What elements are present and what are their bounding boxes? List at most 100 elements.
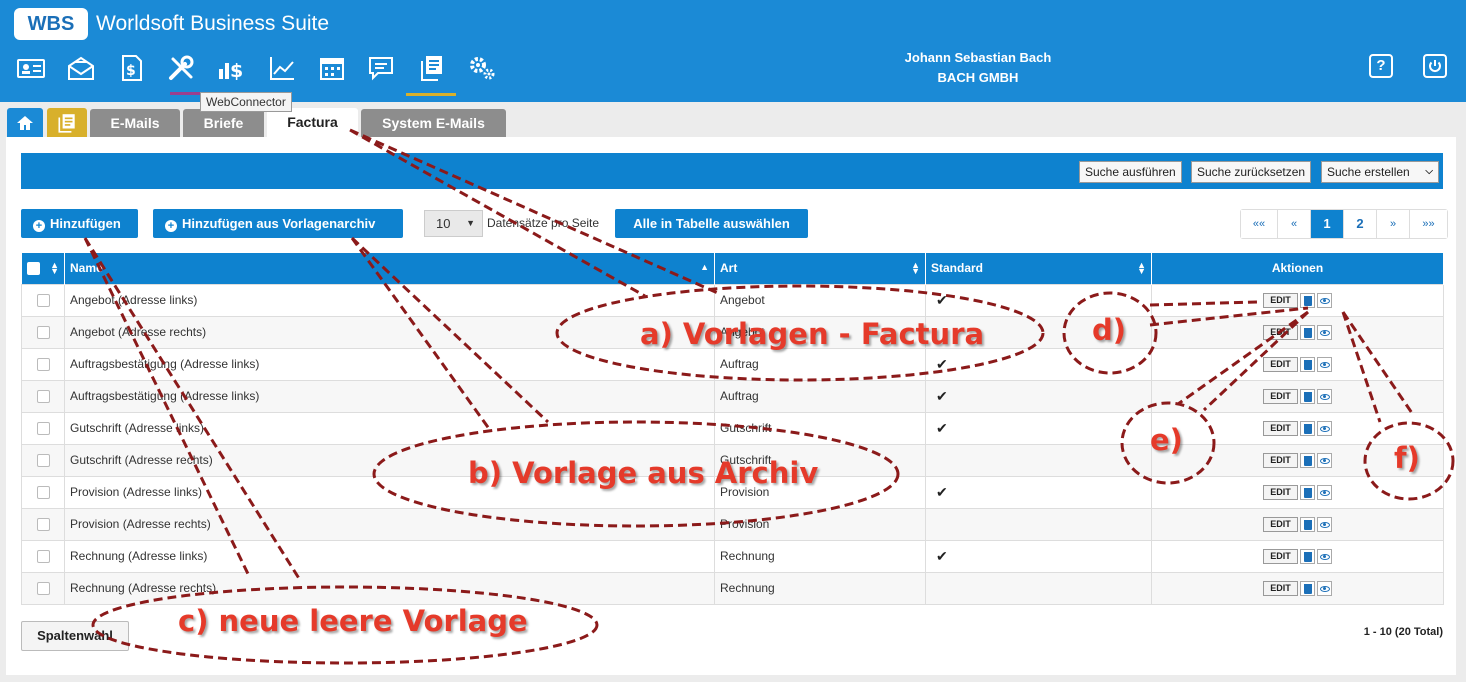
- per-page-select[interactable]: 10 ▼: [424, 210, 483, 237]
- preview-eye-icon[interactable]: [1316, 292, 1332, 308]
- row-checkbox[interactable]: [36, 358, 50, 372]
- trash-icon[interactable]: [1299, 452, 1315, 468]
- table-row[interactable]: Gutschrift (Adresse links) Gutschrift ✔ EDI…: [21, 411, 1444, 445]
- column-header-name[interactable]: Name ▲: [64, 253, 715, 284]
- contact-card-icon[interactable]: [11, 50, 51, 86]
- edit-button[interactable]: EDIT: [1263, 292, 1298, 308]
- page-2-button[interactable]: 2: [1344, 210, 1377, 238]
- row-checkbox[interactable]: [36, 582, 50, 596]
- edit-button[interactable]: EDIT: [1263, 548, 1298, 564]
- sort-icon[interactable]: ▲ ▼: [911, 261, 920, 276]
- tab-system-e-mails[interactable]: System E-Mails: [361, 109, 506, 137]
- chart-icon[interactable]: [262, 50, 302, 86]
- edit-button[interactable]: EDIT: [1263, 452, 1298, 468]
- select-all-checkbox-header[interactable]: ▲ ▼: [21, 253, 65, 284]
- select-all-button[interactable]: Alle in Tabelle auswählen: [615, 209, 808, 238]
- row-checkbox[interactable]: [36, 454, 50, 468]
- row-checkbox-cell[interactable]: [21, 507, 65, 541]
- preview-eye-icon[interactable]: [1316, 516, 1332, 532]
- edit-button[interactable]: EDIT: [1263, 484, 1298, 500]
- settings-icon[interactable]: [462, 50, 502, 86]
- edit-button[interactable]: EDIT: [1263, 388, 1298, 404]
- column-header-art[interactable]: Art ▲ ▼: [714, 253, 926, 284]
- trash-icon[interactable]: [1299, 356, 1315, 372]
- table-row[interactable]: Rechnung (Adresse rechts) Rechnung EDIT: [21, 571, 1444, 605]
- tab-e-mails[interactable]: E-Mails: [90, 109, 180, 137]
- row-checkbox[interactable]: [36, 326, 50, 340]
- trash-icon[interactable]: [1299, 516, 1315, 532]
- message-icon[interactable]: [361, 50, 401, 86]
- row-name[interactable]: Angebot (Adresse links): [64, 283, 715, 317]
- trash-icon[interactable]: [1299, 388, 1315, 404]
- row-checkbox-cell[interactable]: [21, 539, 65, 573]
- row-checkbox-cell[interactable]: [21, 283, 65, 317]
- trash-icon[interactable]: [1299, 292, 1315, 308]
- row-checkbox-cell[interactable]: [21, 571, 65, 605]
- preview-eye-icon[interactable]: [1316, 324, 1332, 340]
- table-row[interactable]: Rechnung (Adresse links) Rechnung ✔ EDIT: [21, 539, 1444, 573]
- mail-icon[interactable]: [61, 50, 101, 86]
- table-row[interactable]: Auftragsbestätigung (Adresse links) Auftr…: [21, 347, 1444, 381]
- tab-factura[interactable]: Factura: [267, 108, 358, 138]
- preview-eye-icon[interactable]: [1316, 388, 1332, 404]
- add-from-archive-button[interactable]: + Hinzufügen aus Vorlagenarchiv: [153, 209, 403, 238]
- sort-icon[interactable]: ▲ ▼: [1137, 261, 1146, 276]
- row-name[interactable]: Auftragsbestätigung (Adresse links): [64, 347, 715, 381]
- home-tab[interactable]: [7, 108, 43, 138]
- edit-button[interactable]: EDIT: [1263, 356, 1298, 372]
- sales-icon[interactable]: $: [211, 50, 251, 86]
- trash-icon[interactable]: [1299, 580, 1315, 596]
- trash-icon[interactable]: [1299, 420, 1315, 436]
- create-search-dropdown[interactable]: Suche erstellen ⌵: [1321, 161, 1439, 183]
- row-name[interactable]: Rechnung (Adresse links): [64, 539, 715, 573]
- select-all-checkbox[interactable]: [26, 262, 40, 276]
- row-checkbox[interactable]: [36, 550, 50, 564]
- row-name[interactable]: Provision (Adresse rechts): [64, 507, 715, 541]
- table-row[interactable]: Auftragsbestätigung (Adresse links) Auftr…: [21, 379, 1444, 413]
- preview-eye-icon[interactable]: [1316, 580, 1332, 596]
- table-row[interactable]: Provision (Adresse rechts) Provision EDIT: [21, 507, 1444, 541]
- wbs-logo[interactable]: WBS: [14, 8, 88, 40]
- row-checkbox-cell[interactable]: [21, 475, 65, 509]
- row-name[interactable]: Angebot (Adresse rechts): [64, 315, 715, 349]
- row-checkbox[interactable]: [36, 422, 50, 436]
- trash-icon[interactable]: [1299, 548, 1315, 564]
- preview-eye-icon[interactable]: [1316, 356, 1332, 372]
- trash-icon[interactable]: [1299, 484, 1315, 500]
- calendar-icon[interactable]: [312, 50, 352, 86]
- row-name[interactable]: Rechnung (Adresse rechts): [64, 571, 715, 605]
- invoice-icon[interactable]: $: [111, 50, 151, 86]
- next-page-button[interactable]: »: [1377, 210, 1410, 238]
- documents-tab[interactable]: [47, 108, 87, 138]
- edit-button[interactable]: EDIT: [1263, 516, 1298, 532]
- preview-eye-icon[interactable]: [1316, 484, 1332, 500]
- tab-briefe[interactable]: Briefe: [183, 109, 264, 137]
- add-button[interactable]: + Hinzufügen: [21, 209, 138, 238]
- row-checkbox[interactable]: [36, 518, 50, 532]
- edit-button[interactable]: EDIT: [1263, 420, 1298, 436]
- column-header-standard[interactable]: Standard ▲ ▼: [925, 253, 1152, 284]
- last-page-button[interactable]: »»: [1410, 210, 1447, 238]
- prev-page-button[interactable]: «: [1278, 210, 1311, 238]
- sort-icon[interactable]: ▲ ▼: [50, 261, 59, 276]
- row-name[interactable]: Auftragsbestätigung (Adresse links): [64, 379, 715, 413]
- reset-search-button[interactable]: Suche zurücksetzen: [1191, 161, 1312, 183]
- sort-asc-icon[interactable]: ▲: [700, 263, 709, 272]
- run-search-button[interactable]: Suche ausführen: [1079, 161, 1182, 183]
- help-icon[interactable]: ?: [1369, 54, 1393, 78]
- tools-icon[interactable]: [161, 50, 201, 86]
- power-icon[interactable]: [1423, 54, 1447, 78]
- table-row[interactable]: Angebot (Adresse links) Angebot ✔ EDIT: [21, 283, 1444, 317]
- row-checkbox-cell[interactable]: [21, 443, 65, 477]
- row-checkbox-cell[interactable]: [21, 411, 65, 445]
- preview-eye-icon[interactable]: [1316, 452, 1332, 468]
- preview-eye-icon[interactable]: [1316, 420, 1332, 436]
- edit-button[interactable]: EDIT: [1263, 324, 1298, 340]
- row-checkbox-cell[interactable]: [21, 379, 65, 413]
- trash-icon[interactable]: [1299, 324, 1315, 340]
- row-checkbox-cell[interactable]: [21, 347, 65, 381]
- row-name[interactable]: Gutschrift (Adresse links): [64, 411, 715, 445]
- column-chooser-button[interactable]: Spaltenwahl: [21, 621, 129, 651]
- row-checkbox[interactable]: [36, 486, 50, 500]
- preview-eye-icon[interactable]: [1316, 548, 1332, 564]
